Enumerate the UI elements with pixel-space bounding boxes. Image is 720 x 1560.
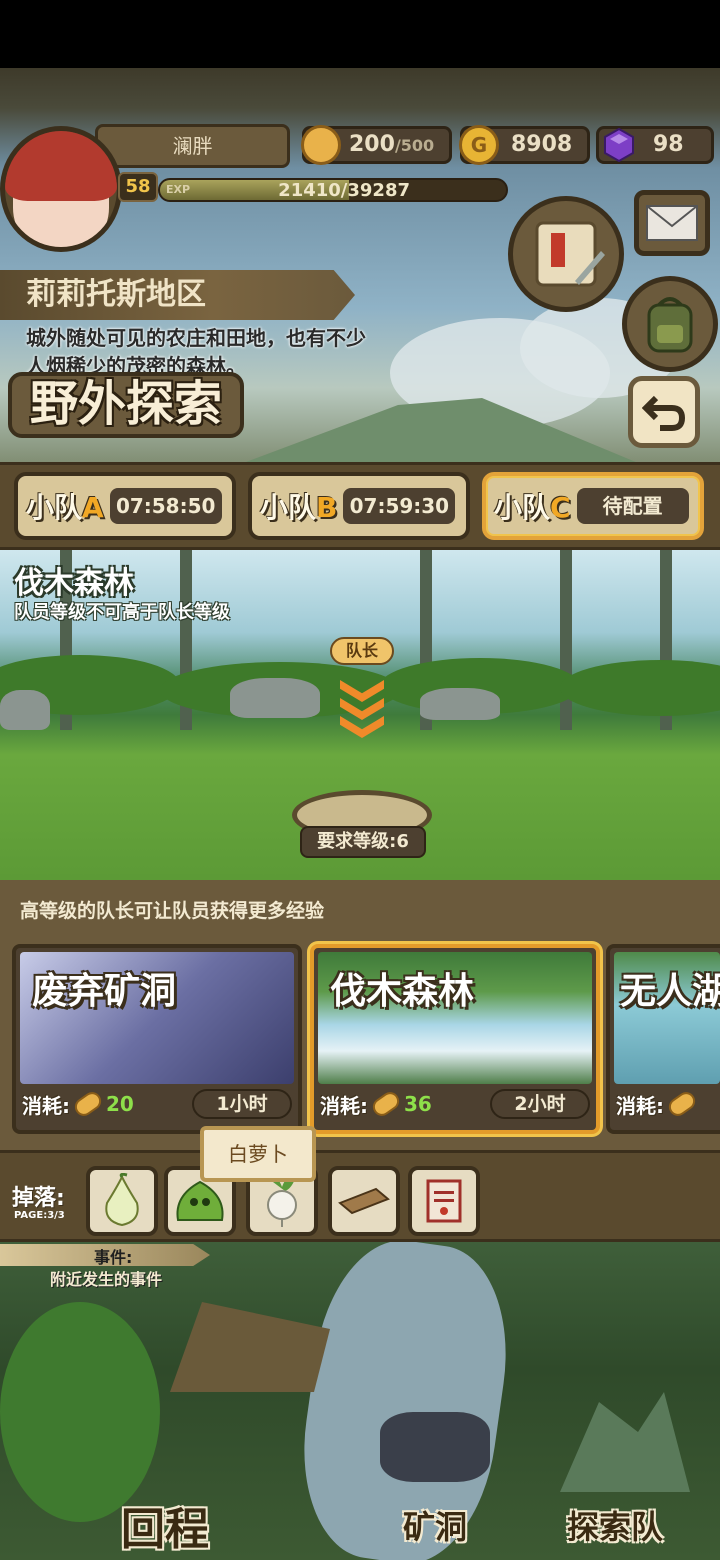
required-level-label: 要求等级:6: [300, 826, 426, 858]
explore-tents: [560, 1392, 690, 1492]
bulb-seed-icon: [105, 1173, 139, 1227]
quest-scroll-icon: [535, 221, 605, 287]
explore-team-button[interactable]: 探索队: [550, 1496, 680, 1554]
drops-page-indicator: PAGE:3/3: [14, 1210, 65, 1221]
return-arrow-icon: [642, 395, 686, 431]
player-name-plate[interactable]: 澜胖: [95, 124, 290, 168]
wood-plank-icon: [338, 1187, 390, 1215]
drop-slot[interactable]: [328, 1166, 400, 1236]
area-title: 伐木森林: [14, 566, 134, 601]
location-duration: 1小时: [192, 1089, 292, 1119]
backpack-icon: [647, 297, 693, 353]
location-name: 无人湖: [620, 971, 720, 1012]
gem-value: 98: [653, 132, 684, 157]
back-button[interactable]: [628, 376, 700, 448]
tent-roof: [230, 398, 650, 468]
quest-scroll-button[interactable]: [508, 196, 624, 312]
stamina-counter[interactable]: 200/500: [301, 125, 452, 165]
team-name: 小队A: [26, 491, 104, 524]
stamina-max: /500: [394, 136, 435, 155]
location-footer: 消耗: 20 1小时: [22, 1088, 292, 1120]
mine-button[interactable]: 矿洞: [370, 1496, 500, 1554]
purple-gem-icon: [599, 125, 639, 165]
big-tree: [0, 1302, 160, 1522]
page-title: 野外探索: [8, 372, 245, 438]
bread-icon: [301, 125, 341, 165]
panel-edge: [0, 874, 720, 886]
location-card-mine[interactable]: 废弃矿洞 消耗: 20 1小时: [12, 944, 302, 1134]
hut-roof: [170, 1302, 330, 1392]
avatar-hair: [5, 131, 117, 201]
team-name: 小队B: [260, 491, 338, 524]
mail-button[interactable]: [634, 190, 710, 256]
location-card-forest[interactable]: 伐木森林 消耗: 36 2小时: [310, 944, 600, 1134]
team-tab-b[interactable]: 小队B 07:59:30: [248, 472, 470, 540]
rock: [0, 690, 50, 730]
bread-icon: [369, 1088, 403, 1120]
exp-value: 21410/39287: [278, 180, 410, 201]
gold-value: 8908: [511, 132, 573, 157]
drop-slot[interactable]: [408, 1166, 480, 1236]
player-avatar[interactable]: [0, 126, 122, 252]
gold-counter[interactable]: G 8908: [459, 125, 590, 165]
green-slime-icon: [176, 1180, 224, 1221]
leader-tag: 队长: [330, 637, 394, 665]
team-tab-c[interactable]: 小队C 待配置: [482, 472, 704, 540]
location-name: 伐木森林: [330, 971, 475, 1012]
events-title: 事件:: [94, 1248, 133, 1267]
exp-bar: EXP 21410/39287: [158, 178, 508, 202]
team-timer: 07:58:50: [109, 488, 222, 524]
location-duration: 2小时: [490, 1089, 590, 1119]
events-subtitle: 附近发生的事件: [50, 1270, 163, 1289]
player-level-badge: 58: [118, 172, 158, 202]
location-name: 废弃矿洞: [32, 971, 177, 1012]
team-timer: 07:59:30: [343, 488, 456, 524]
area-rule-note: 队员等级不可高于队长等级: [14, 602, 230, 623]
scroll-icon: [426, 1179, 462, 1223]
stamina-value: 200: [349, 132, 395, 157]
location-card-lake[interactable]: 无人湖 消耗:: [606, 944, 720, 1134]
bread-icon: [71, 1088, 105, 1120]
location-cost: 36: [404, 1092, 432, 1116]
team-status: 待配置: [576, 488, 689, 524]
rock: [230, 678, 320, 718]
bread-icon: [665, 1088, 699, 1120]
bush: [560, 660, 720, 716]
location-footer: 消耗: 36 2小时: [320, 1088, 590, 1120]
team-name: 小队C: [494, 491, 571, 524]
location-cost: 20: [106, 1092, 134, 1116]
gold-coin-icon: G: [459, 125, 499, 165]
drops-label: 掉落:: [12, 1186, 65, 1211]
drop-slot[interactable]: [86, 1166, 158, 1236]
player-name: 澜胖: [172, 134, 213, 158]
return-button[interactable]: 回程: [90, 1496, 240, 1555]
envelope-icon: [646, 205, 698, 241]
region-name-banner: 莉莉托斯地区: [0, 270, 355, 320]
mine-rocks: [380, 1412, 490, 1482]
team-tab-a[interactable]: 小队A 07:58:50: [14, 472, 236, 540]
backpack-button[interactable]: [622, 276, 718, 372]
tree-trunk: [560, 550, 572, 730]
item-tooltip: 白萝卜: [200, 1126, 316, 1182]
location-footer: 消耗:: [616, 1088, 714, 1120]
leader-hint: 高等级的队长可让队员获得更多经验: [20, 900, 325, 922]
rock: [420, 688, 500, 720]
gem-counter[interactable]: 98: [596, 126, 714, 164]
exp-label: EXP: [166, 183, 191, 196]
